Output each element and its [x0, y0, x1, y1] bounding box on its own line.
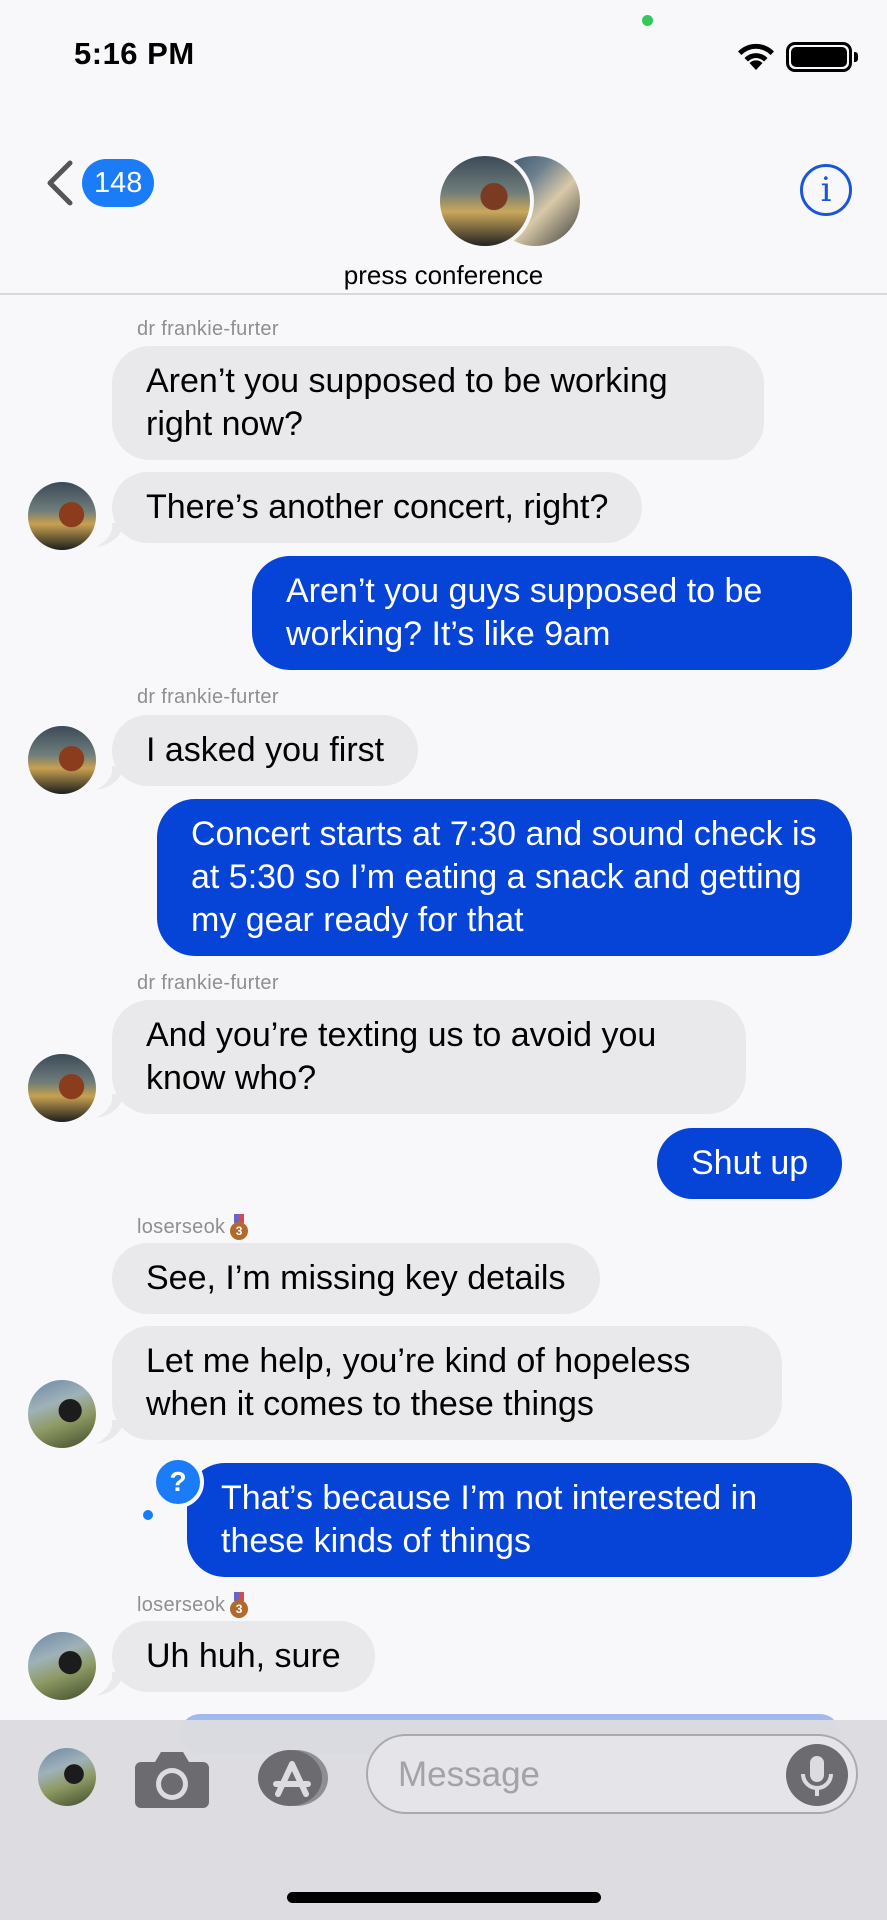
- bubble-tail: [96, 1420, 124, 1444]
- info-icon: i: [820, 170, 832, 210]
- message-bubble-outgoing[interactable]: That’s because I’m not interested in the…: [187, 1463, 852, 1577]
- bubble-tail: [96, 766, 124, 790]
- microphone-icon: [801, 1756, 833, 1796]
- chevron-left-icon: [47, 160, 73, 206]
- message-bubble-outgoing[interactable]: Concert starts at 7:30 and sound check i…: [157, 799, 852, 956]
- camera-icon[interactable]: [133, 1746, 211, 1810]
- message-bubble-incoming[interactable]: I asked you first: [112, 715, 419, 786]
- info-button[interactable]: i: [800, 164, 852, 216]
- bronze-medal-icon: [230, 1214, 249, 1240]
- wifi-icon: [738, 43, 774, 70]
- group-name[interactable]: press conference: [0, 260, 887, 291]
- message-bubble-incoming[interactable]: See, I’m missing key details: [112, 1243, 600, 1314]
- group-avatars[interactable]: [436, 152, 586, 252]
- sender-name: dr frankie-furter: [137, 686, 279, 708]
- bubble-tail: [96, 1094, 124, 1118]
- message-bubble-incoming[interactable]: Let me help, you’re kind of hopeless whe…: [112, 1326, 782, 1440]
- message-bubble-incoming[interactable]: And you’re texting us to avoid you know …: [112, 1000, 746, 1114]
- home-indicator: [287, 1892, 601, 1903]
- message-bubble-incoming[interactable]: Uh huh, sure: [112, 1621, 375, 1692]
- compose-bar: [0, 1720, 887, 1920]
- sender-name-text: loserseok: [137, 1216, 226, 1238]
- sender-name: loserseok: [137, 1214, 249, 1240]
- question-tapback-icon[interactable]: ?: [152, 1456, 204, 1508]
- back-button[interactable]: 148: [40, 158, 155, 208]
- avatar[interactable]: [28, 1632, 96, 1700]
- app-store-icon[interactable]: [254, 1748, 332, 1808]
- memoji-avatar-button[interactable]: [38, 1748, 96, 1806]
- dictation-button[interactable]: [786, 1744, 848, 1806]
- message-bubble-incoming[interactable]: There’s another concert, right?: [112, 472, 643, 543]
- status-time: 5:16 PM: [74, 36, 195, 71]
- avatar[interactable]: [28, 1380, 96, 1448]
- unread-count-badge: 148: [82, 159, 155, 207]
- status-bar: 5:16 PM: [0, 0, 887, 110]
- member-avatar-frankie: [436, 152, 534, 250]
- bronze-medal-icon: [230, 1592, 249, 1618]
- message-bubble-outgoing[interactable]: Aren’t you guys supposed to be working? …: [252, 556, 852, 670]
- bubble-tail: [96, 1672, 124, 1696]
- message-input-field[interactable]: [366, 1734, 858, 1814]
- camera-in-use-indicator: [642, 15, 653, 26]
- sender-name: dr frankie-furter: [137, 318, 279, 340]
- message-bubble-incoming[interactable]: Aren’t you supposed to be working right …: [112, 346, 764, 460]
- sender-name: dr frankie-furter: [137, 972, 279, 994]
- sender-name: loserseok: [137, 1592, 249, 1618]
- message-bubble-outgoing[interactable]: Shut up: [657, 1128, 843, 1199]
- sender-name-text: loserseok: [137, 1594, 226, 1616]
- avatar[interactable]: [28, 726, 96, 794]
- bubble-tail: [96, 523, 124, 547]
- conversation-header: 148 press conference i: [0, 110, 887, 295]
- battery-icon: [786, 42, 858, 72]
- message-input[interactable]: [398, 1750, 778, 1800]
- avatar[interactable]: [28, 482, 96, 550]
- avatar[interactable]: [28, 1054, 96, 1122]
- tapback-tail-dot: [143, 1510, 153, 1520]
